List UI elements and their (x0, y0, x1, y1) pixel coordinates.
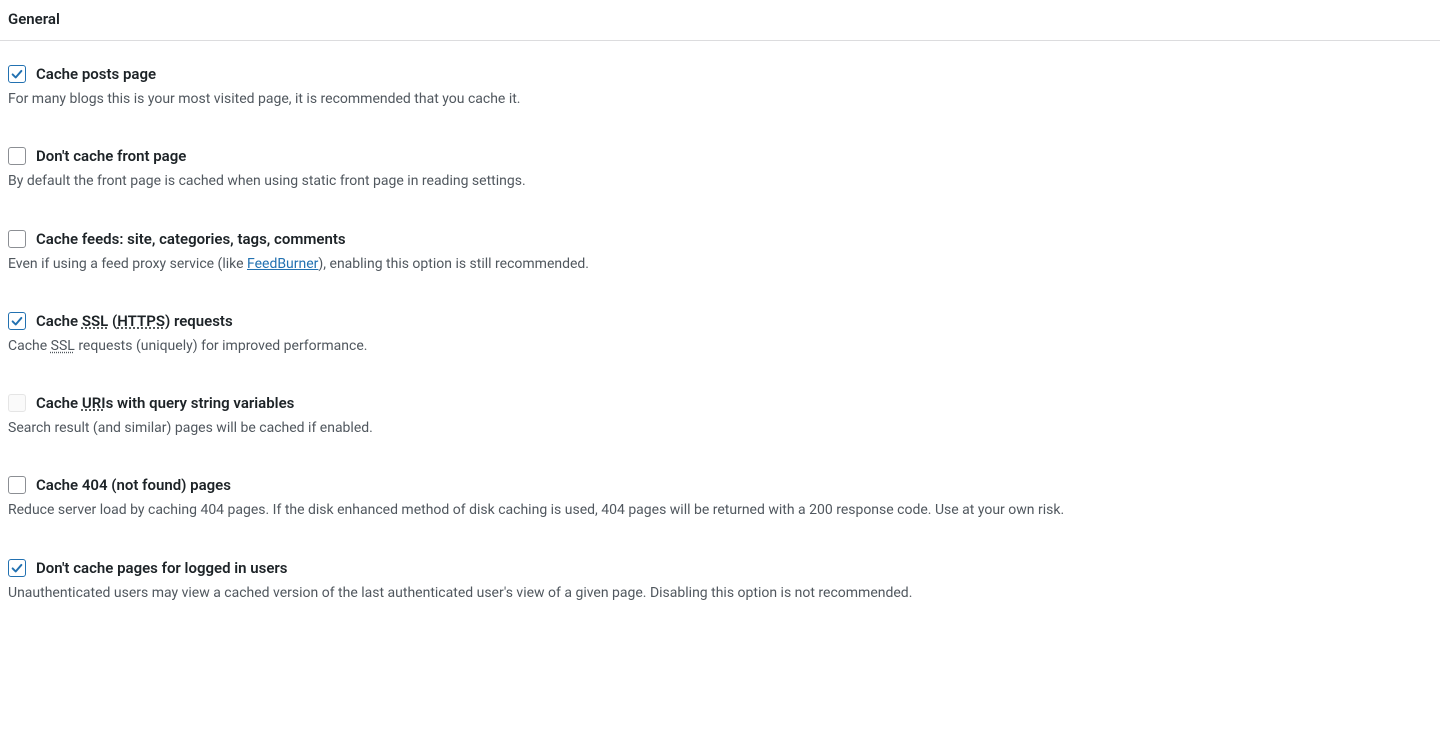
description-cache-404-pages: Reduce server load by caching 404 pages.… (8, 500, 1432, 520)
description-cache-feeds: Even if using a feed proxy service (like… (8, 254, 1432, 274)
label-cache-uris-query-string: Cache URIs with query string variables (36, 394, 294, 412)
label-cache-ssl-requests[interactable]: Cache SSL (HTTPS) requests (36, 312, 233, 330)
label-cache-404-pages[interactable]: Cache 404 (not found) pages (36, 476, 231, 494)
https-abbr: HTTPS (117, 312, 165, 330)
description-dont-cache-front-page: By default the front page is cached when… (8, 171, 1432, 191)
label-dont-cache-logged-in[interactable]: Don't cache pages for logged in users (36, 559, 288, 577)
option-dont-cache-logged-in: Don't cache pages for logged in users Una… (8, 541, 1432, 623)
option-cache-posts-page: Cache posts page For many blogs this is y… (8, 47, 1432, 129)
checkbox-cache-posts-page[interactable] (8, 65, 26, 83)
description-cache-uris-query-string: Search result (and similar) pages will b… (8, 418, 1432, 438)
option-dont-cache-front-page: Don't cache front page By default the fro… (8, 129, 1432, 211)
checkbox-cache-404-pages[interactable] (8, 476, 26, 494)
label-cache-feeds[interactable]: Cache feeds: site, categories, tags, com… (36, 230, 346, 248)
checkbox-dont-cache-front-page[interactable] (8, 147, 26, 165)
description-cache-posts-page: For many blogs this is your most visited… (8, 89, 1432, 109)
ssl-abbr: SSL (51, 338, 75, 354)
checkbox-cache-feeds[interactable] (8, 230, 26, 248)
description-cache-ssl-requests: Cache SSL requests (uniquely) for improv… (8, 336, 1432, 356)
uri-abbr: URI (82, 394, 106, 412)
option-cache-ssl-requests: Cache SSL (HTTPS) requests Cache SSL requ… (8, 294, 1432, 376)
label-dont-cache-front-page[interactable]: Don't cache front page (36, 147, 186, 165)
checkbox-dont-cache-logged-in[interactable] (8, 559, 26, 577)
option-cache-feeds: Cache feeds: site, categories, tags, com… (8, 212, 1432, 294)
option-cache-uris-query-string: Cache URIs with query string variables Se… (8, 376, 1432, 458)
feedburner-link[interactable]: FeedBurner (247, 256, 318, 272)
ssl-abbr: SSL (82, 312, 108, 330)
label-cache-posts-page[interactable]: Cache posts page (36, 65, 156, 83)
description-dont-cache-logged-in: Unauthenticated users may view a cached … (8, 583, 1432, 603)
option-cache-404-pages: Cache 404 (not found) pages Reduce server… (8, 458, 1432, 540)
section-title: General (0, 0, 1440, 41)
checkbox-cache-uris-query-string (8, 394, 26, 412)
checkbox-cache-ssl-requests[interactable] (8, 312, 26, 330)
options-list: Cache posts page For many blogs this is y… (0, 41, 1440, 623)
